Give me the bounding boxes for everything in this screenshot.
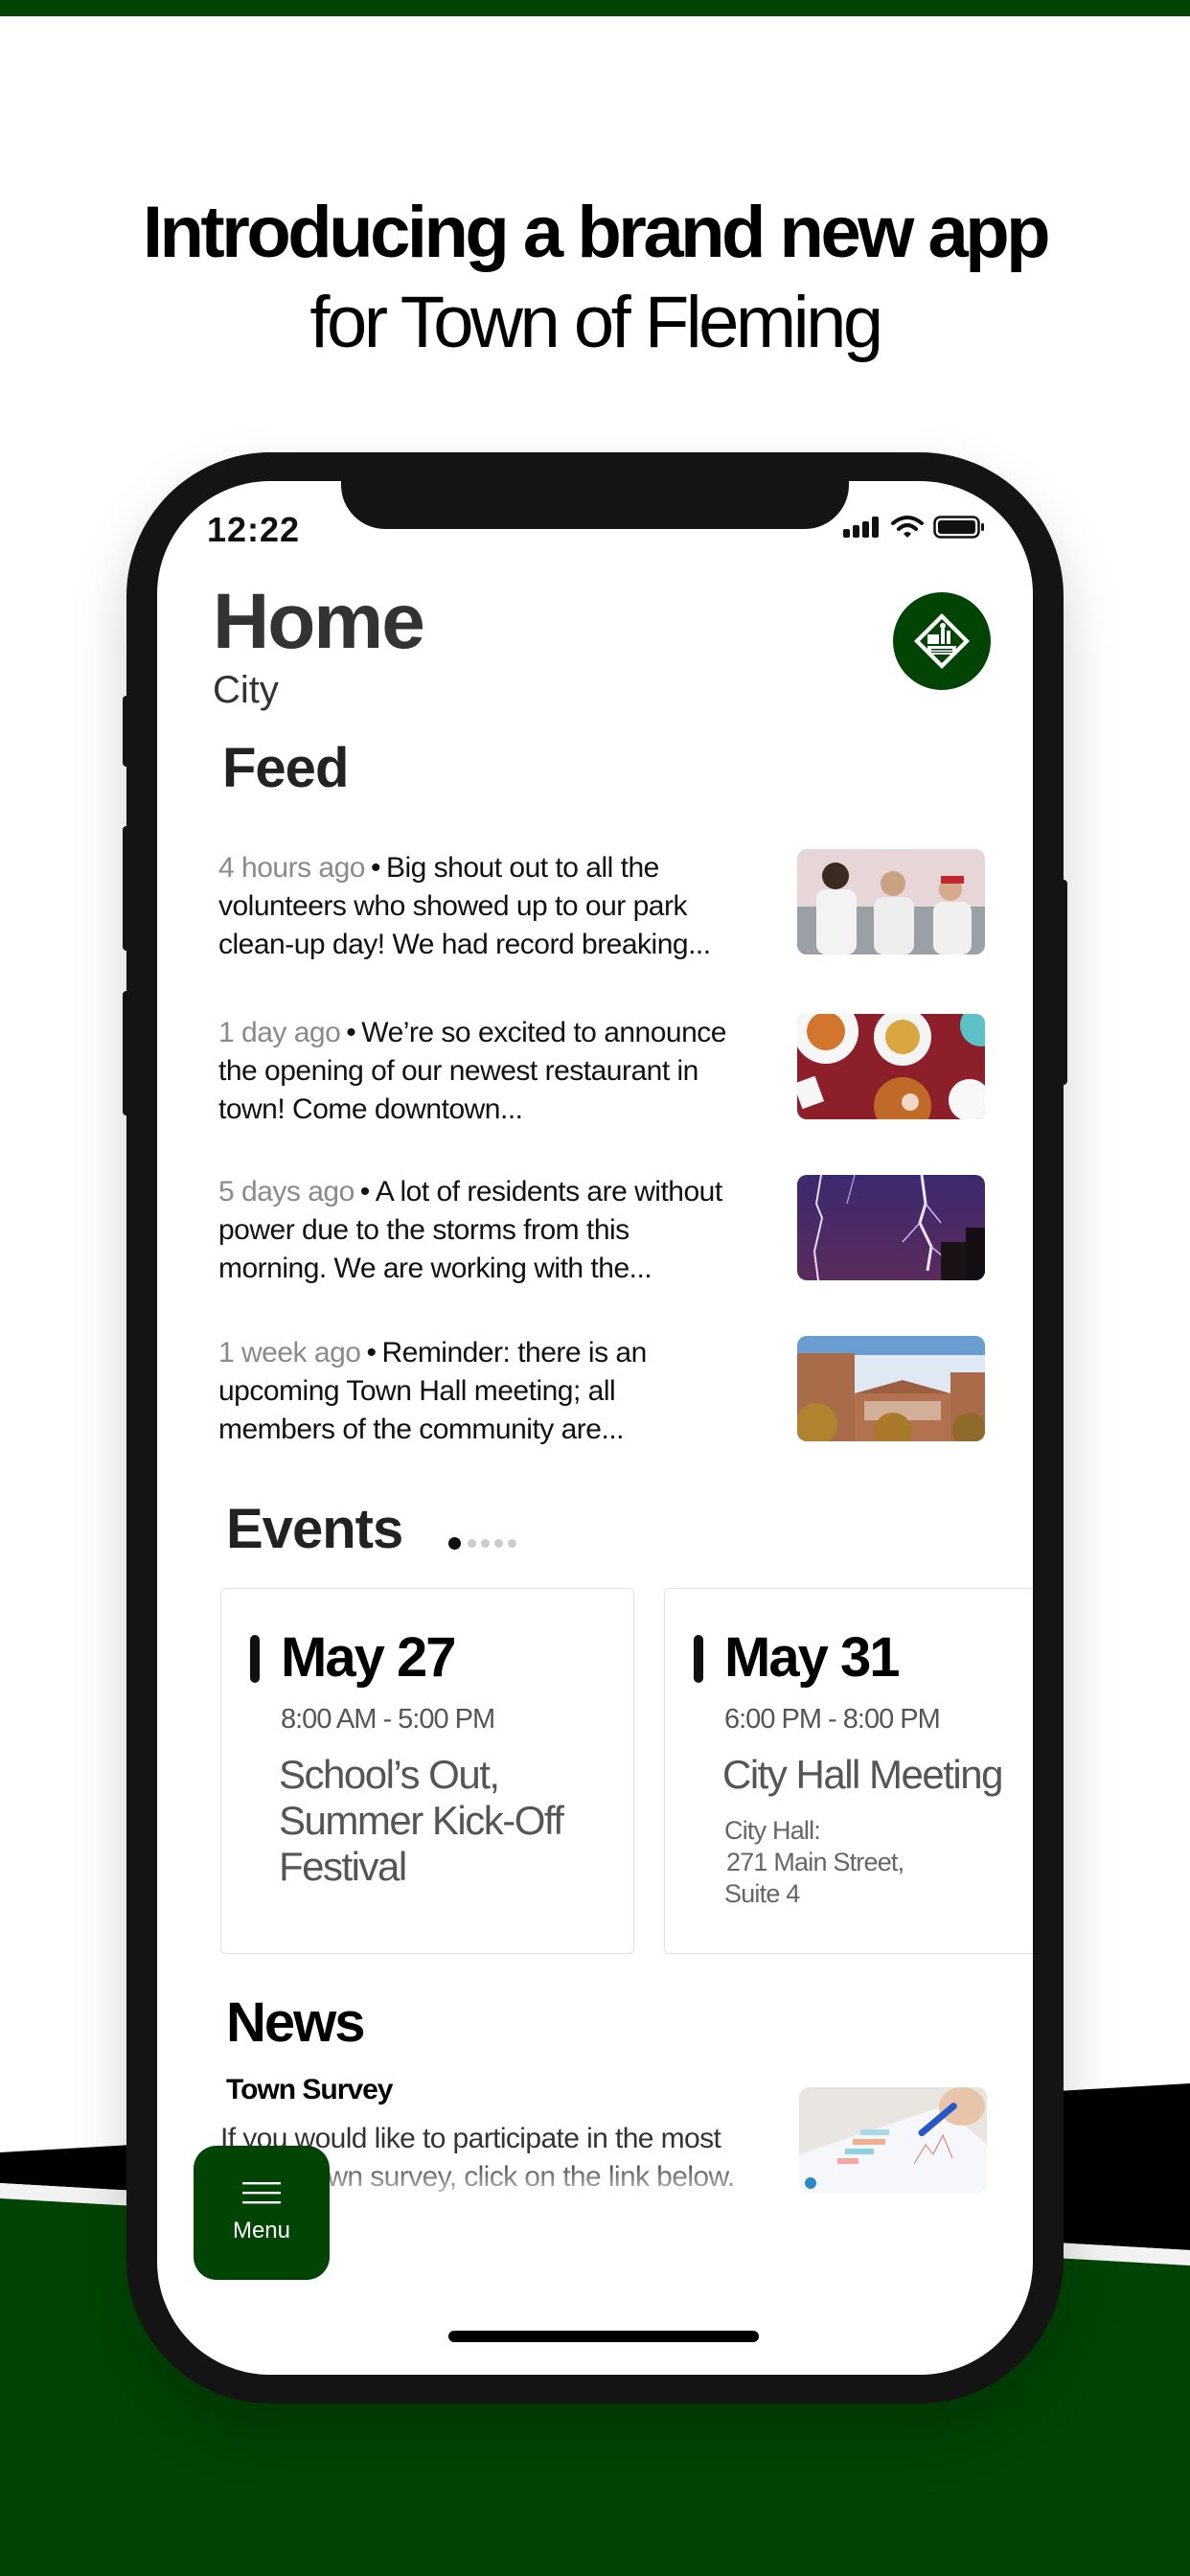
feed-item-text-block: 5 days ago • A lot of residents are withou… (218, 1173, 736, 1288)
feed-item[interactable]: 1 day ago • We’re so excited to announce t… (218, 1014, 985, 1129)
survey-chart-photo (799, 2087, 987, 2193)
volume-up-button (123, 826, 130, 951)
feed-item[interactable]: 4 hours ago • Big shout out to all the vol… (218, 849, 985, 964)
feed-item-time: 4 hours ago (218, 852, 365, 884)
news-item-headline[interactable]: Town Survey (226, 2074, 393, 2106)
event-date-marker (694, 1635, 703, 1683)
headline-line-2: for Town of Fleming (309, 282, 883, 363)
event-card[interactable]: May 27 8:00 AM - 5:00 PM School’s Out, S… (220, 1588, 634, 1954)
headline-line-1: Introducing a brand new app (142, 192, 1051, 273)
news-title: News (226, 1991, 366, 2054)
feed-title: Feed (222, 737, 349, 799)
app-screen: 12:22 Home City Feed 4 hours ago • Big s… (157, 481, 1033, 2375)
pager-dot[interactable] (508, 1539, 516, 1548)
battery-icon (933, 516, 984, 539)
town-logo[interactable] (893, 592, 991, 690)
top-accent-bar (0, 0, 1190, 16)
feed-separator-dot: • (370, 852, 381, 884)
power-button (1060, 880, 1067, 1085)
feed-item-time: 5 days ago (218, 1176, 355, 1208)
phone-notch (341, 481, 849, 529)
town-hall-building-photo (797, 1336, 985, 1441)
event-location-line: City Hall: (724, 1816, 821, 1845)
feed-item-text-block: 1 day ago • We’re so excited to announce t… (218, 1014, 736, 1129)
feed-item-text-block: 1 week ago • Reminder: there is an upcomin… (218, 1334, 736, 1449)
event-card[interactable]: May 31 6:00 PM - 8:00 PM City Hall Meeti… (664, 1588, 1033, 1954)
lightning-storm-photo (797, 1175, 985, 1280)
event-name: City Hall Meeting (722, 1752, 1003, 1797)
event-location-line: 271 Main Street, (726, 1848, 904, 1876)
feed-separator-dot: • (366, 1337, 377, 1368)
volume-down-button (123, 991, 130, 1116)
page-subtitle: City (213, 669, 279, 711)
menu-label: Menu (232, 2218, 291, 2243)
pager-dot[interactable] (468, 1539, 476, 1548)
pager-dot[interactable] (481, 1539, 490, 1548)
restaurant-food-photo (797, 1014, 985, 1119)
feed-item[interactable]: 1 week ago • Reminder: there is an upcomin… (218, 1334, 985, 1449)
event-date: May 31 (724, 1626, 900, 1689)
volunteers-photo (797, 849, 985, 954)
town-seal-icon (914, 613, 970, 669)
events-title: Events (226, 1498, 403, 1560)
feed-item-text-block: 4 hours ago • Big shout out to all the vol… (218, 849, 736, 964)
page-title: Home (213, 578, 425, 665)
wifi-icon (891, 516, 924, 538)
feed-item[interactable]: 5 days ago • A lot of residents are withou… (218, 1173, 985, 1288)
event-time: 8:00 AM - 5:00 PM (281, 1704, 495, 1735)
menu-button[interactable]: Menu (194, 2146, 330, 2280)
status-icons (843, 516, 985, 539)
mute-switch (123, 696, 130, 767)
event-name: School’s Out, Summer Kick-Off Festival (279, 1752, 564, 1889)
signal-icon (843, 517, 879, 538)
feed-item-time: 1 week ago (218, 1337, 361, 1368)
event-date-marker (250, 1635, 260, 1683)
events-pager[interactable] (448, 1537, 516, 1550)
home-indicator[interactable] (448, 2331, 759, 2342)
event-location-line: Suite 4 (724, 1879, 800, 1908)
event-location: City Hall: 271 Main Street, Suite 4 (724, 1815, 904, 1910)
feed-item-time: 1 day ago (218, 1017, 341, 1048)
pager-dot[interactable] (494, 1539, 503, 1548)
feed-separator-dot: • (359, 1176, 371, 1208)
hamburger-icon (242, 2182, 281, 2204)
pager-dot-active[interactable] (448, 1537, 461, 1550)
status-time: 12:22 (207, 510, 301, 549)
feed-separator-dot: • (346, 1017, 356, 1048)
promo-headline: Introducing a brand new app for Town of … (0, 188, 1190, 368)
event-time: 6:00 PM - 8:00 PM (724, 1704, 941, 1735)
event-date: May 27 (281, 1626, 456, 1689)
